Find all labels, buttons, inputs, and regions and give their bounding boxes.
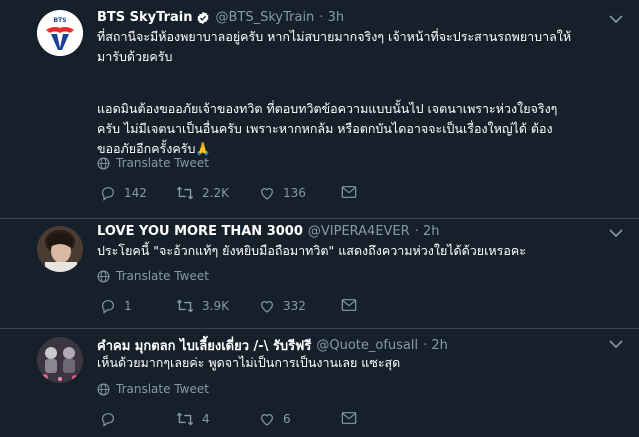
chevron-down-icon[interactable] — [609, 228, 623, 238]
timestamp[interactable]: · 2h — [423, 338, 448, 353]
reply-count: 142 — [124, 186, 147, 200]
translate-tweet-link[interactable]: Translate Tweet — [97, 269, 209, 283]
timestamp[interactable]: · 2h — [415, 224, 440, 239]
reply-button[interactable]: 1 — [100, 298, 132, 314]
avatar[interactable]: BTS — [37, 10, 83, 56]
translate-label: Translate Tweet — [116, 382, 209, 396]
like-icon — [261, 188, 273, 200]
share-icon — [341, 412, 357, 424]
globe-icon — [97, 270, 110, 282]
like-button[interactable]: 6 — [259, 411, 291, 427]
tweet-text: ที่สถานีจะมีห้องพยาบาลอยู่ครับ หากไม่สบา… — [97, 27, 625, 159]
tweet-actions: 142 2.2K 136 — [100, 185, 400, 205]
like-count: 136 — [283, 186, 306, 200]
retweet-count: 2.2K — [202, 186, 229, 200]
display-name[interactable]: LOVE YOU MORE THAN 3000 — [97, 224, 303, 239]
chevron-down-icon[interactable] — [609, 339, 623, 349]
bts-logo-icon: BTS — [37, 10, 83, 56]
avatar[interactable] — [37, 226, 83, 272]
globe-icon — [97, 383, 110, 395]
tweet-text: เห็นด้วยมากๆเลยค่ะ พูดจาไม่เป็นการเป็นงา… — [97, 353, 625, 373]
share-button[interactable] — [341, 185, 365, 199]
retweet-count: 3.9K — [202, 299, 229, 313]
retweet-icon — [176, 299, 194, 313]
share-button[interactable] — [341, 298, 365, 312]
retweet-button[interactable]: 4 — [176, 411, 210, 427]
like-icon — [261, 301, 273, 313]
reply-count: 1 — [124, 299, 132, 313]
tweet-text-line: ที่สถานีจะมีห้องพยาบาลอยู่ครับ หากไม่สบา… — [97, 29, 572, 44]
like-count: 6 — [283, 412, 291, 426]
display-name[interactable]: BTS SkyTrain — [97, 10, 192, 25]
tweet-header: LOVE YOU MORE THAN 3000 @VIPERA4EVER · 2… — [97, 224, 439, 239]
timestamp[interactable]: · 3h — [319, 10, 344, 25]
tweet-text-line: เห็นด้วยมากๆเลยค่ะ พูดจาไม่เป็นการเป็นงา… — [97, 355, 401, 370]
translate-tweet-link[interactable]: Translate Tweet — [97, 156, 209, 170]
share-icon — [341, 186, 357, 198]
share-icon — [341, 299, 357, 311]
username[interactable]: @Quote_ofusall — [316, 338, 418, 353]
retweet-count: 4 — [202, 412, 210, 426]
translate-label: Translate Tweet — [116, 269, 209, 283]
globe-icon — [97, 157, 110, 169]
tweet[interactable]: คำคม มุกตลก ไบเลี้ยงเดี่ยว /-\ รับรีฟรี … — [0, 329, 639, 437]
verified-icon — [197, 11, 210, 24]
profile-photo-icon — [37, 337, 83, 383]
tweet[interactable]: BTS BTS SkyTrain @BTS_SkyTrain · 3h ที่ส… — [0, 0, 639, 218]
reply-icon — [102, 300, 114, 314]
reply-icon — [102, 413, 114, 427]
username[interactable]: @BTS_SkyTrain — [215, 10, 314, 25]
translate-label: Translate Tweet — [116, 156, 209, 170]
avatar[interactable] — [37, 337, 83, 383]
tweet-actions: 4 6 — [100, 411, 400, 431]
tweet-text-line — [97, 67, 625, 87]
like-button[interactable]: 136 — [259, 185, 306, 201]
share-button[interactable] — [341, 411, 365, 425]
logo-text: BTS — [54, 17, 67, 24]
tweet-text-line: ประโยคนี้ "จะอ้วกแท้ๆ ยังหยิบมือถือมาทวิ… — [97, 243, 526, 258]
tweet-text-line: ครับ ไม่มีเจตนาเป็นอื่นครับ เพราะหากหกล้… — [97, 121, 553, 136]
tweet-actions: 1 3.9K 332 — [100, 298, 400, 318]
tweet-header: BTS SkyTrain @BTS_SkyTrain · 3h — [97, 10, 344, 25]
profile-photo-icon — [37, 226, 83, 272]
username[interactable]: @VIPERA4EVER — [308, 224, 410, 239]
like-button[interactable]: 332 — [259, 298, 306, 314]
reply-icon — [102, 187, 114, 201]
retweet-icon — [176, 412, 194, 426]
retweet-icon — [176, 186, 194, 200]
tweet-text: ประโยคนี้ "จะอ้วกแท้ๆ ยังหยิบมือถือมาทวิ… — [97, 241, 625, 261]
like-count: 332 — [283, 299, 306, 313]
like-icon — [261, 414, 273, 426]
reply-button[interactable] — [100, 411, 124, 427]
translate-tweet-link[interactable]: Translate Tweet — [97, 382, 209, 396]
retweet-button[interactable]: 2.2K — [176, 185, 229, 201]
chevron-down-icon[interactable] — [609, 14, 623, 24]
tweet[interactable]: LOVE YOU MORE THAN 3000 @VIPERA4EVER · 2… — [0, 219, 639, 328]
tweet-text-line: แอดมินต้องขออภัยเจ้าของทวิต ที่ตอบทวิตข้… — [97, 101, 558, 116]
reply-button[interactable]: 142 — [100, 185, 147, 201]
tweet-text-line: มารับด้วยครับ — [97, 49, 173, 64]
retweet-button[interactable]: 3.9K — [176, 298, 229, 314]
